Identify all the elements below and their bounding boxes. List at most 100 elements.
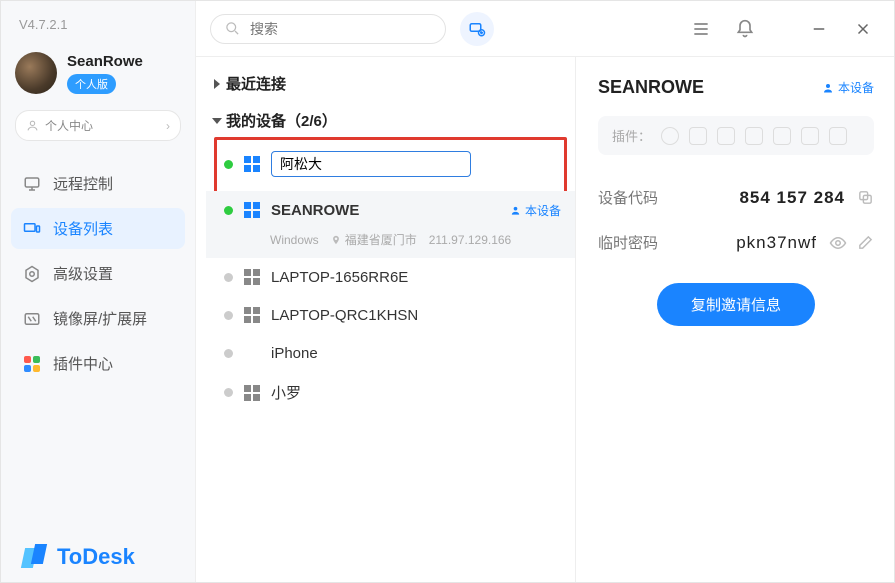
this-device-badge: 本设备	[822, 79, 874, 96]
status-offline-icon	[224, 311, 233, 320]
temp-password-value: pkn37nwf	[736, 233, 817, 253]
profile-info: SeanRowe 个人版	[67, 53, 143, 94]
device-name: SEANROWE	[271, 202, 359, 219]
topbar	[196, 1, 894, 57]
chevron-right-icon: ›	[166, 119, 170, 133]
nav-label: 插件中心	[53, 353, 113, 374]
nav: 远程控制 设备列表 高级设置 镜像屏/扩展屏	[1, 155, 195, 392]
windows-icon	[243, 201, 261, 219]
device-item[interactable]: LAPTOP-QRC1KHSN	[206, 296, 575, 334]
device-item-editing[interactable]	[206, 137, 575, 191]
chevron-right-icon	[214, 79, 220, 89]
content: 最近连接 我的设备（2/6） SEANROWE	[196, 57, 894, 582]
os-label: Windows	[270, 233, 319, 247]
menu-button[interactable]	[684, 12, 718, 46]
plugin-slot-icon	[773, 127, 791, 145]
devices-icon	[23, 220, 41, 238]
close-button[interactable]	[846, 12, 880, 46]
temp-password-label: 临时密码	[598, 232, 658, 253]
notifications-button[interactable]	[728, 12, 762, 46]
device-name: iPhone	[271, 345, 318, 362]
plugin-icon	[23, 355, 41, 373]
device-code-value: 854 157 284	[739, 188, 845, 208]
profile-name: SeanRowe	[67, 53, 143, 70]
device-item-selected[interactable]: SEANROWE 本设备	[206, 191, 575, 229]
avatar	[15, 52, 57, 94]
search-icon	[225, 21, 240, 36]
device-subinfo: Windows 福建省厦门市 211.97.129.166	[206, 229, 575, 258]
status-offline-icon	[224, 388, 233, 397]
copy-invite-button[interactable]: 复制邀请信息	[657, 283, 815, 326]
nav-label: 远程控制	[53, 173, 113, 194]
device-items: SEANROWE 本设备 Windows 福建省厦门市 211.97.129.1…	[196, 137, 575, 413]
add-device-button[interactable]	[460, 12, 494, 46]
nav-remote-control[interactable]: 远程控制	[11, 163, 185, 204]
nav-device-list[interactable]: 设备列表	[11, 208, 185, 249]
device-name: 小罗	[271, 382, 301, 403]
mirror-icon	[23, 310, 41, 328]
device-list-panel: 最近连接 我的设备（2/6） SEANROWE	[196, 57, 576, 582]
status-offline-icon	[224, 349, 233, 358]
brand-logo: ToDesk	[1, 544, 195, 582]
device-item[interactable]: 小罗	[206, 372, 575, 413]
group-label: 最近连接	[226, 73, 286, 94]
user-icon	[26, 119, 39, 132]
app-version: V4.7.2.1	[1, 1, 195, 42]
device-location: 福建省厦门市	[345, 231, 417, 248]
device-rename-input[interactable]	[271, 151, 471, 177]
logo-mark-icon	[23, 544, 49, 570]
nav-plugin-center[interactable]: 插件中心	[11, 343, 185, 384]
main: 最近连接 我的设备（2/6） SEANROWE	[196, 1, 894, 582]
plugins-row[interactable]: 插件：	[598, 116, 874, 155]
nav-label: 镜像屏/扩展屏	[53, 308, 147, 329]
apple-icon	[243, 344, 261, 362]
minimize-button[interactable]	[802, 12, 836, 46]
plugin-slot-icon	[661, 127, 679, 145]
nav-mirror-screen[interactable]: 镜像屏/扩展屏	[11, 298, 185, 339]
windows-icon	[243, 268, 261, 286]
plugin-slot-icon	[829, 127, 847, 145]
status-online-icon	[224, 160, 233, 169]
group-label: 我的设备（2/6）	[226, 110, 337, 131]
device-name: LAPTOP-QRC1KHSN	[271, 307, 418, 324]
plan-badge: 个人版	[67, 74, 116, 94]
copy-icon[interactable]	[857, 189, 874, 206]
plugins-label: 插件：	[612, 126, 651, 145]
device-name: LAPTOP-1656RR6E	[271, 269, 408, 286]
brand-name: ToDesk	[57, 544, 135, 570]
sidebar: V4.7.2.1 SeanRowe 个人版 个人中心 › 远程控制 设备列表	[1, 1, 196, 582]
chevron-down-icon	[212, 118, 222, 124]
nav-label: 高级设置	[53, 263, 113, 284]
device-ip: 211.97.129.166	[429, 233, 512, 247]
status-online-icon	[224, 206, 233, 215]
plugin-slot-icon	[801, 127, 819, 145]
device-item[interactable]: iPhone	[206, 334, 575, 372]
status-offline-icon	[224, 273, 233, 282]
search-box[interactable]	[210, 14, 446, 44]
plugin-slot-icon	[689, 127, 707, 145]
temp-password-row: 临时密码 pkn37nwf	[598, 220, 874, 265]
personal-center-button[interactable]: 个人中心 ›	[15, 110, 181, 141]
profile[interactable]: SeanRowe 个人版	[1, 42, 195, 102]
gear-icon	[23, 265, 41, 283]
search-input[interactable]	[250, 21, 431, 37]
device-code-row: 设备代码 854 157 284	[598, 175, 874, 220]
eye-icon[interactable]	[829, 234, 847, 252]
edit-icon[interactable]	[857, 234, 874, 252]
location-icon	[331, 234, 341, 246]
this-device-badge: 本设备	[510, 202, 561, 219]
plugin-slot-icon	[717, 127, 735, 145]
device-code-label: 设备代码	[598, 187, 658, 208]
device-item[interactable]: LAPTOP-1656RR6E	[206, 258, 575, 296]
personal-center-label: 个人中心	[45, 117, 93, 134]
group-my-devices[interactable]: 我的设备（2/6）	[196, 100, 575, 137]
detail-panel: SEANROWE 本设备 插件： 设备代码 854 157 284	[576, 57, 894, 582]
windows-icon	[243, 306, 261, 324]
detail-title: SEANROWE	[598, 77, 704, 98]
plugin-slot-icon	[745, 127, 763, 145]
windows-icon	[243, 155, 261, 173]
nav-label: 设备列表	[53, 218, 113, 239]
group-recent[interactable]: 最近连接	[196, 63, 575, 100]
windows-icon	[243, 384, 261, 402]
nav-advanced-settings[interactable]: 高级设置	[11, 253, 185, 294]
